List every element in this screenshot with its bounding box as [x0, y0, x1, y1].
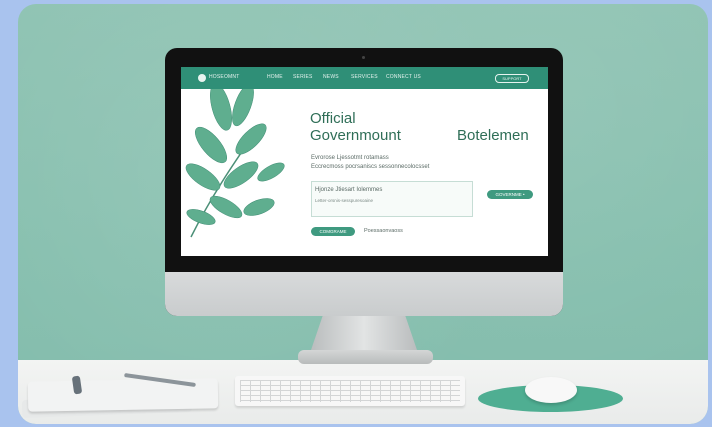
image-frame: HOSEOMNT HOME SERIES NEWS SERVICES CONNE… — [0, 0, 712, 427]
panel-button[interactable]: GOVERNME • — [487, 190, 533, 199]
subtext-1: Evrorose Ljessotmt rotamass — [311, 155, 389, 161]
monitor-chin — [165, 272, 563, 316]
site-navbar: HOSEOMNT HOME SERIES NEWS SERVICES CONNE… — [181, 67, 548, 89]
title-line-1: Official — [310, 110, 356, 127]
panel-subtext: Letter-orsnis-sesspuresoaine — [315, 198, 374, 203]
keyboard-keys[interactable] — [240, 380, 460, 402]
webcam-icon — [362, 56, 365, 59]
leaf-illustration — [185, 83, 285, 238]
subtext-2: Eccrecmoss pocrsaniscs sessonnecolocsset — [311, 164, 430, 170]
keyboard[interactable] — [235, 376, 465, 406]
monitor-stand-neck — [310, 315, 418, 353]
support-button[interactable]: SUPPORT — [495, 74, 529, 83]
hero-title: Official Governmount — [310, 110, 401, 144]
nav-item-home[interactable]: HOME — [267, 74, 283, 80]
title-line-2: Governmount — [310, 127, 401, 144]
nav-item-connect[interactable]: CONNECT US — [386, 74, 421, 80]
secondary-link[interactable]: Poessaonvaoss — [364, 228, 403, 234]
panel-heading: Hjonze Jtiesart Iolemmes — [315, 187, 383, 193]
monitor-screen: HOSEOMNT HOME SERIES NEWS SERVICES CONNE… — [181, 67, 548, 256]
brand-name[interactable]: HOSEOMNT — [209, 74, 240, 80]
leaf-logo-icon[interactable] — [198, 74, 206, 82]
nav-item-services[interactable]: SERVICES — [351, 74, 378, 80]
primary-button[interactable]: COMGRAME — [311, 227, 355, 236]
info-panel: Hjonze Jtiesart Iolemmes Letter-orsnis-s… — [311, 181, 473, 217]
nav-item-series[interactable]: SERIES — [293, 74, 313, 80]
scene-card: HOSEOMNT HOME SERIES NEWS SERVICES CONNE… — [18, 4, 708, 424]
monitor-stand-base — [298, 350, 433, 364]
title-right: Botelemen — [457, 127, 529, 144]
mouse[interactable] — [525, 377, 577, 403]
nav-item-news[interactable]: NEWS — [323, 74, 339, 80]
